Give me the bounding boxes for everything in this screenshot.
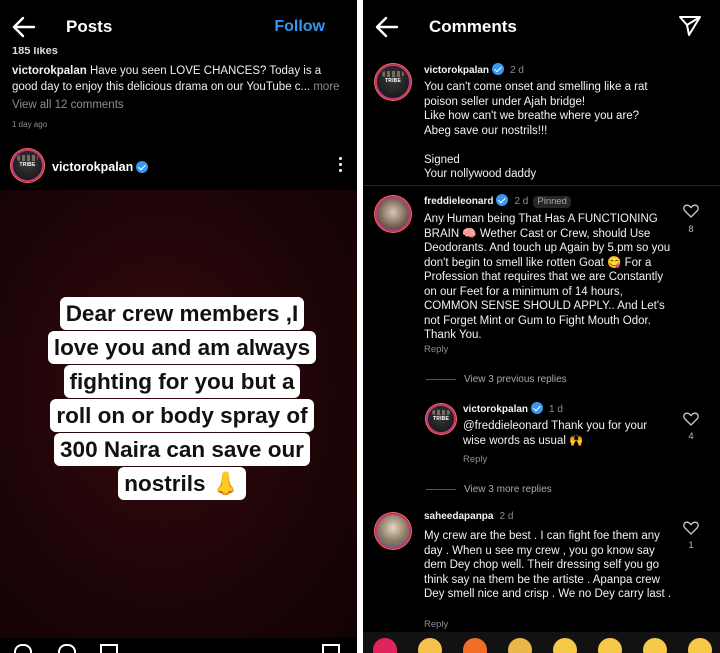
heart-icon[interactable] (683, 412, 699, 426)
page-title: Comments (429, 17, 517, 36)
quote-line: fighting for you but a (63, 365, 301, 398)
comments-panel: Comments TRIBE victorokpalan 2 d You can'… (363, 0, 720, 653)
heart-emoji-icon[interactable] (373, 638, 397, 653)
crying-laughing-emoji-icon[interactable] (553, 638, 577, 653)
likes-count[interactable]: 185 likes (12, 47, 58, 57)
quote-line: roll on or body spray of (50, 399, 314, 432)
back-arrow-icon[interactable] (373, 14, 401, 40)
reply-button[interactable]: Reply (463, 454, 487, 465)
verified-badge-icon (492, 63, 505, 75)
send-direct-icon[interactable] (678, 15, 702, 37)
back-arrow-icon[interactable] (10, 14, 38, 40)
quote-card: Dear crew members ,I love you and am alw… (22, 297, 342, 501)
post-username[interactable]: victorokpalan (52, 160, 149, 174)
comment-time: 2 d (499, 511, 514, 522)
divider (363, 185, 720, 186)
verified-badge-icon (496, 194, 509, 206)
verified-badge-icon (531, 402, 544, 414)
like-count: 8 (688, 224, 694, 235)
comment-header: freddieleonard 2 d Pinned (424, 194, 571, 208)
reply-button[interactable]: Reply (424, 619, 448, 630)
post-header: TRIBE victorokpalan (0, 141, 357, 189)
quote-line: Dear crew members ,I (59, 297, 305, 330)
heart-icon[interactable] (683, 204, 699, 218)
quote-line: 300 Naira can save our (54, 433, 310, 466)
comment-header: victorokpalan 2 d (424, 63, 524, 76)
avatar[interactable]: TRIBE (426, 404, 456, 434)
comment-text: @freddieleonard Thank you for your wise … (463, 420, 648, 447)
astonished-emoji-icon[interactable] (643, 638, 667, 653)
comment-icon[interactable] (58, 644, 76, 653)
pinned-badge: Pinned (533, 196, 571, 208)
comment-text: Any Human being That Has A FUNCTIONING B… (424, 213, 671, 341)
quote-line: nostrils 👃 (118, 467, 246, 500)
quote-line: love you and am always (47, 331, 317, 364)
view-previous-replies-link[interactable]: View 3 previous replies (426, 374, 567, 385)
comment-username[interactable]: saheedapanpa (424, 511, 493, 522)
emoji-reaction-bar (363, 632, 720, 653)
posts-panel: Posts Follow 185 likes victorokpalan Hav… (0, 0, 357, 653)
share-icon[interactable] (100, 644, 118, 653)
fire-emoji-icon[interactable] (463, 638, 487, 653)
like-count: 4 (688, 431, 694, 442)
post-timestamp: 1 day ago (12, 120, 48, 129)
avatar[interactable] (375, 196, 411, 232)
comment-username[interactable]: victorokpalan (463, 404, 528, 415)
view-all-comments-link[interactable]: View all 12 comments (12, 99, 124, 111)
laughing-emoji-icon[interactable] (688, 638, 712, 653)
caption-more-link[interactable]: more (313, 81, 339, 93)
heart-eyes-emoji-icon[interactable] (598, 638, 622, 653)
party-emoji-icon[interactable] (508, 638, 532, 653)
more-options-icon[interactable] (337, 157, 343, 175)
comment-time: 1 d (549, 404, 563, 415)
avatar[interactable]: TRIBE (11, 149, 44, 182)
avatar[interactable]: TRIBE (375, 64, 411, 100)
follow-button[interactable]: Follow (274, 18, 325, 36)
post-action-bar (0, 640, 357, 653)
comment-time: 2 d (510, 65, 524, 76)
comment-header: saheedapanpa 2 d (424, 511, 513, 522)
clap-emoji-icon[interactable] (418, 638, 442, 653)
comment-text: You can't come onset and smelling like a… (424, 81, 648, 180)
comment-text: My crew are the best . I can fight foe t… (424, 530, 672, 600)
comment-username[interactable]: freddieleonard (424, 196, 493, 207)
comment-header: victorokpalan 1 d (463, 402, 563, 415)
comment-time: 2 d (514, 196, 529, 207)
bookmark-icon[interactable] (322, 644, 340, 653)
reply-button[interactable]: Reply (424, 344, 448, 355)
verified-badge-icon (136, 161, 149, 173)
like-count: 1 (688, 540, 694, 551)
posts-topbar: Posts Follow (0, 0, 357, 54)
post-caption: victorokpalan Have you seen LOVE CHANCES… (12, 63, 342, 95)
heart-icon[interactable] (683, 521, 699, 535)
comment-username[interactable]: victorokpalan (424, 65, 489, 76)
like-heart-icon[interactable] (14, 644, 32, 653)
avatar[interactable] (375, 513, 411, 549)
caption-username[interactable]: victorokpalan (12, 65, 87, 77)
page-title: Posts (66, 17, 113, 36)
post-image[interactable]: Dear crew members ,I love you and am alw… (0, 190, 357, 638)
view-more-replies-link[interactable]: View 3 more replies (426, 484, 552, 495)
post-username-text: victorokpalan (52, 160, 134, 174)
